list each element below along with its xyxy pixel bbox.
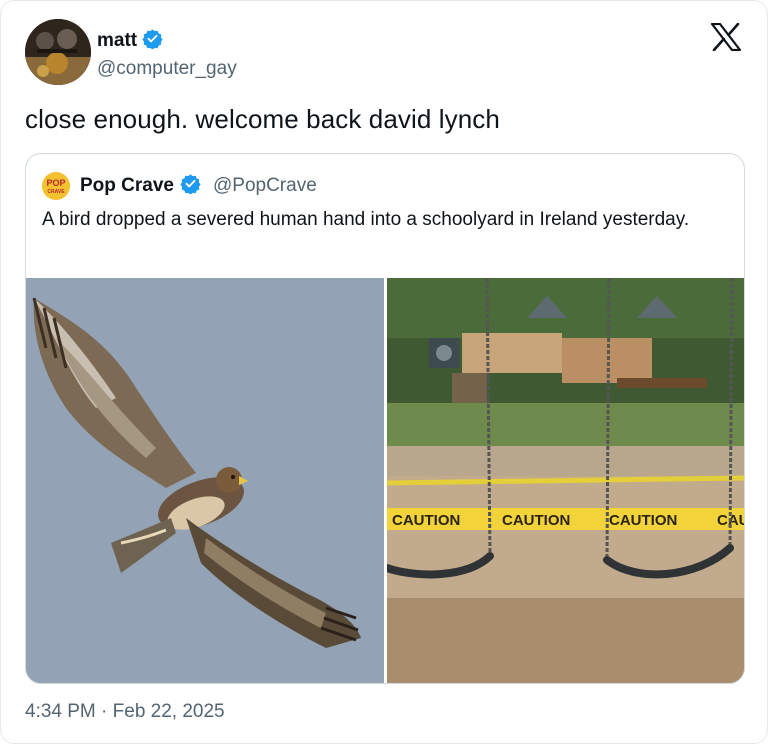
svg-text:POP: POP xyxy=(46,178,65,188)
tweet-timestamp[interactable]: 4:34 PM · Feb 22, 2025 xyxy=(25,701,225,723)
quoted-author-avatar[interactable]: POP CRAVE xyxy=(42,172,70,200)
verified-badge-icon xyxy=(142,28,163,54)
tweet-text: close enough. welcome back david lynch xyxy=(25,104,500,134)
author-avatar[interactable] xyxy=(25,19,91,85)
svg-text:CAUTION: CAUTION xyxy=(609,512,677,529)
quoted-tweet-text: A bird dropped a severed human hand into… xyxy=(42,209,690,230)
svg-text:CAUTION: CAUTION xyxy=(502,512,570,529)
tweet-card: matt @computer_gay close enough. welcome… xyxy=(0,0,768,744)
quoted-verified-badge-icon xyxy=(180,173,201,199)
quoted-author-handle[interactable]: @PopCrave xyxy=(213,175,317,197)
x-logo-icon[interactable] xyxy=(710,22,742,52)
quoted-media-grid: CAUTION CAUTION CAUTION CAU xyxy=(26,278,744,683)
playground-swings-photo[interactable]: CAUTION CAUTION CAUTION CAU xyxy=(387,278,744,683)
quoted-tweet[interactable]: POP CRAVE Pop Crave @PopCrave A bird dro… xyxy=(25,153,745,684)
svg-text:CRAVE: CRAVE xyxy=(47,189,65,195)
svg-text:CAUTION: CAUTION xyxy=(392,512,460,529)
quoted-author-display-name[interactable]: Pop Crave xyxy=(80,175,174,197)
author-handle[interactable]: @computer_gay xyxy=(97,58,237,80)
quoted-tweet-header: POP CRAVE Pop Crave @PopCrave xyxy=(42,172,317,200)
hawk-photo[interactable] xyxy=(26,278,384,683)
author-display-name[interactable]: matt xyxy=(97,30,137,52)
author-name-row: matt xyxy=(97,28,163,54)
